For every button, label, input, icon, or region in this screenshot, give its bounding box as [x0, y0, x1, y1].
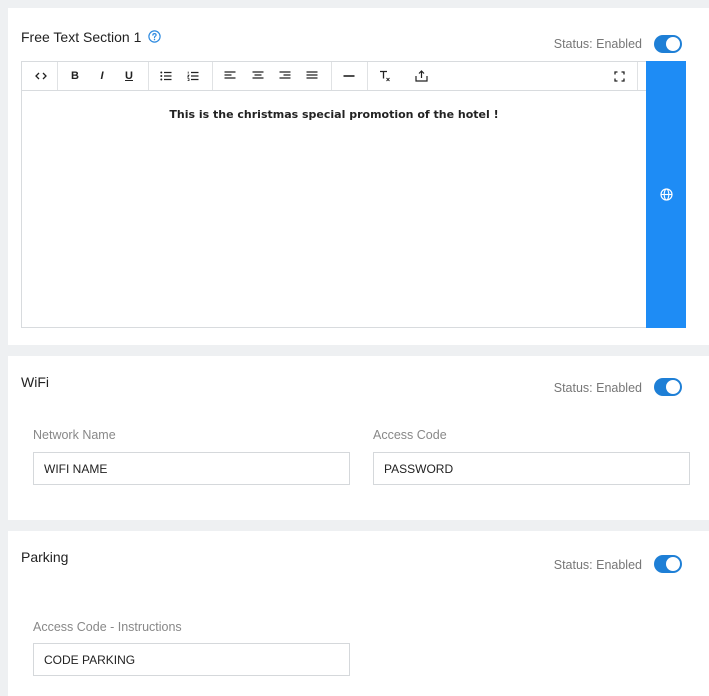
editor-content[interactable]: This is the christmas special promotion … [22, 108, 646, 121]
access-code-label: Access Code [373, 428, 447, 442]
italic-button[interactable]: I [93, 62, 111, 90]
rich-text-editor: B I U This is the christmas special prom… [21, 61, 647, 328]
globe-icon [659, 188, 673, 201]
toggle-knob [666, 37, 680, 51]
upload-icon[interactable] [412, 62, 430, 90]
align-justify-icon[interactable] [303, 62, 321, 90]
access-code-input[interactable] [373, 452, 690, 485]
parking-section-card: Parking Status: Enabled Access Code - In… [8, 531, 709, 696]
enable-toggle[interactable] [654, 378, 682, 396]
wifi-section-title: WiFi [21, 374, 49, 390]
enable-toggle[interactable] [654, 35, 682, 53]
network-name-label: Network Name [33, 428, 116, 442]
status-label: Status: Enabled [553, 381, 642, 395]
align-left-icon[interactable] [221, 62, 239, 90]
parking-section-title: Parking [21, 549, 69, 565]
help-icon[interactable] [148, 30, 161, 43]
align-right-icon[interactable] [276, 62, 294, 90]
status-label: Status: Enabled [553, 558, 642, 572]
toggle-knob [666, 557, 680, 571]
numbered-list-icon[interactable] [184, 62, 202, 90]
free-text-section-card: Free Text Section 1 Status: Enabled B I … [8, 8, 709, 345]
enable-toggle[interactable] [654, 555, 682, 573]
clear-formatting-icon[interactable] [376, 62, 394, 90]
free-text-section-title: Free Text Section 1 [21, 29, 142, 45]
network-name-input[interactable] [33, 452, 350, 485]
wifi-section-card: WiFi Status: Enabled Network Name Access… [8, 356, 709, 520]
fullscreen-icon[interactable] [609, 62, 629, 90]
status-label: Status: Enabled [553, 37, 642, 51]
toggle-knob [666, 380, 680, 394]
parking-instructions-input[interactable] [33, 643, 350, 676]
code-view-icon[interactable] [31, 62, 51, 90]
parking-instructions-label: Access Code - Instructions [33, 620, 182, 634]
horizontal-rule-icon[interactable] [340, 62, 358, 90]
language-selector-button[interactable] [646, 61, 686, 328]
underline-button[interactable]: U [120, 62, 138, 90]
bulleted-list-icon[interactable] [157, 62, 175, 90]
bold-button[interactable]: B [66, 62, 84, 90]
editor-toolbar: B I U [22, 62, 646, 91]
align-center-icon[interactable] [249, 62, 267, 90]
